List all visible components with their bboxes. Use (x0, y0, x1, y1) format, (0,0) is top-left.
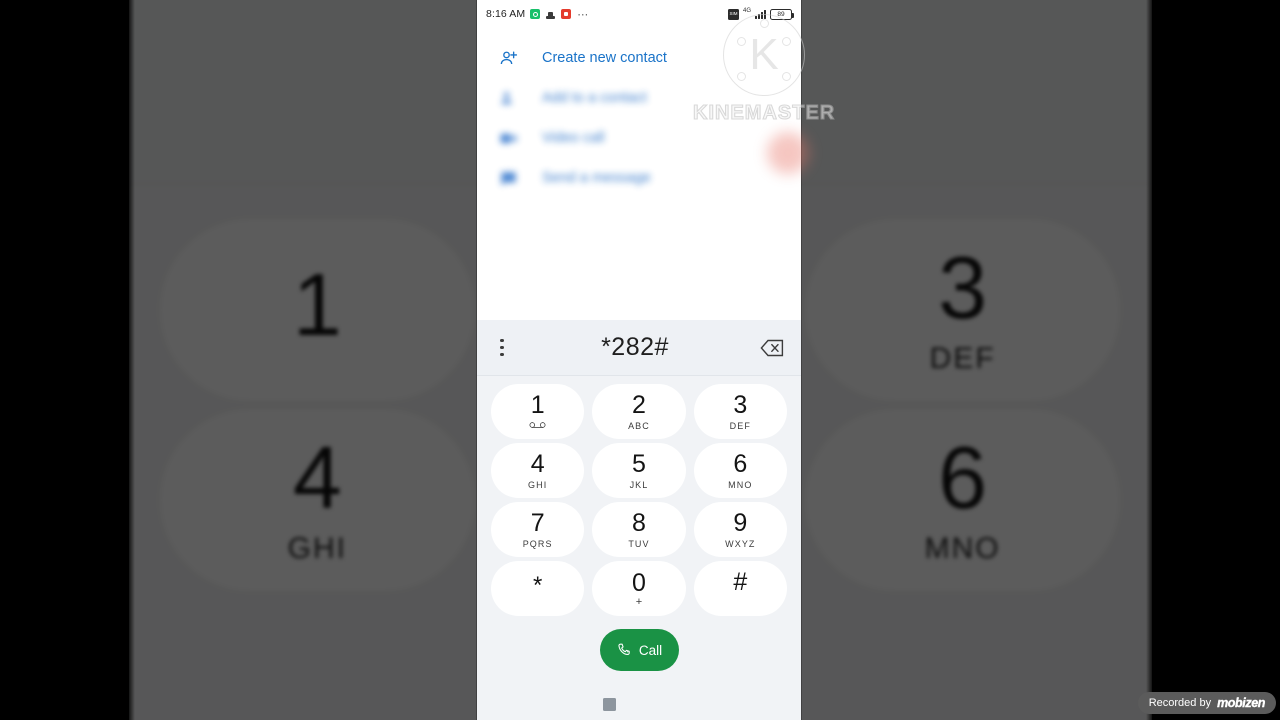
dialpad-key-4[interactable]: 4 GHI (491, 443, 585, 498)
dialpad-key-1[interactable]: 1 (491, 384, 585, 439)
dialpad-key-2[interactable]: 2 ABC (592, 384, 686, 439)
recent-apps-square-icon[interactable] (602, 697, 616, 711)
dialpad-key-6[interactable]: 6 MNO (693, 443, 787, 498)
person-add-icon (499, 89, 518, 108)
call-button[interactable]: Call (599, 629, 679, 671)
navigation-bar (477, 688, 801, 720)
message-icon (530, 9, 541, 19)
dialpad-key-7[interactable]: 7 PQRS (491, 502, 585, 557)
dialpad-key-8[interactable]: 8 TUV (592, 502, 686, 557)
dialpad-key-7-letters: PQRS (522, 538, 553, 549)
status-bar-time: 8:16 AM (486, 8, 526, 20)
dialpad-key-0-plus: + (635, 596, 643, 608)
dialpad-keypad: 1 2 ABC 3 DEF 4 GHI 5 JKL 6 MNO 7 PQRS 8… (477, 376, 801, 616)
dialpad-key-0-digit: 0 (632, 569, 646, 597)
dialed-number-display[interactable]: *282# (511, 333, 759, 362)
dialpad-key-2-digit: 2 (632, 390, 646, 419)
letterbox-left (0, 0, 129, 720)
dialpad-key-hash-digit: # (733, 567, 748, 596)
video-call-label: Video call (542, 130, 605, 146)
sim-label: SIM (729, 10, 738, 16)
send-message-label: Send a message (542, 170, 651, 186)
contact-action-panel: Create new contact Add to a contact Vide… (477, 28, 801, 320)
dialpad-key-hash[interactable]: # (693, 561, 787, 616)
printer-icon (545, 9, 556, 19)
send-message-row[interactable]: Send a message (477, 158, 801, 198)
battery-level-label: 89 (777, 10, 785, 18)
backspace-icon[interactable] (759, 338, 785, 358)
dialpad-key-9-letters: WXYZ (725, 538, 756, 549)
add-to-contact-label: Add to a contact (542, 90, 647, 106)
dialpad-key-2-letters: ABC (628, 420, 650, 431)
overflow-dots-icon: ⋯ (577, 8, 590, 21)
dialpad-key-5-letters: JKL (629, 479, 649, 490)
call-button-label: Call (638, 642, 663, 658)
kebab-menu-icon[interactable] (493, 339, 511, 356)
dialpad-key-star[interactable]: * (491, 561, 585, 616)
letterbox-right-shadow (1146, 0, 1152, 720)
dialpad-key-8-letters: TUV (628, 538, 650, 549)
create-new-contact-label: Create new contact (542, 50, 667, 66)
dialpad-key-8-digit: 8 (632, 508, 646, 537)
dialpad-key-3-digit: 3 (733, 390, 748, 419)
add-to-contact-row[interactable]: Add to a contact (477, 78, 801, 118)
dialpad-key-6-letters: MNO (728, 479, 753, 490)
network-type-label: 4G (742, 8, 751, 14)
battery-icon: 89 (770, 8, 794, 20)
dialpad-key-0[interactable]: 0 + (592, 561, 686, 616)
dialpad-key-9-digit: 9 (733, 508, 748, 537)
voicemail-icon (529, 421, 546, 431)
create-new-contact-row[interactable]: Create new contact (477, 38, 801, 78)
mobizen-brand: mobizen (1217, 696, 1266, 710)
phone-icon (616, 642, 632, 658)
mobizen-watermark: Recorded by mobizen (1137, 692, 1276, 714)
dialpad-key-3-letters: DEF (729, 420, 751, 431)
signal-strength-icon (755, 9, 766, 19)
screenshot-stage: 1 2ABC 3DEF 4GHI 5JKL 6MNO (0, 0, 1280, 720)
dialpad-key-5-digit: 5 (632, 449, 646, 478)
dialpad-key-5[interactable]: 5 JKL (592, 443, 686, 498)
add-person-icon (499, 49, 518, 68)
dialpad-key-9[interactable]: 9 WXYZ (693, 502, 787, 557)
dialpad-key-3[interactable]: 3 DEF (693, 384, 787, 439)
sim-card-icon: SIM (727, 8, 739, 20)
mobizen-prefix: Recorded by (1148, 697, 1212, 709)
phone-screen: 8:16 AM ⋯ SIM 4G 89 Create new contact A… (477, 0, 801, 720)
status-bar: 8:16 AM ⋯ SIM 4G 89 (477, 0, 801, 28)
dialer-display-bar: *282# (477, 320, 801, 376)
dialpad-key-star-digit: * (532, 572, 543, 599)
dialpad-key-4-letters: GHI (528, 479, 548, 490)
dialpad-key-4-digit: 4 (530, 449, 545, 478)
message-icon (499, 169, 518, 188)
letterbox-right (1152, 0, 1280, 720)
call-button-row: Call (477, 629, 801, 671)
recording-icon (561, 9, 572, 19)
letterbox-left-shadow (129, 0, 135, 720)
dialpad-key-7-digit: 7 (530, 508, 545, 537)
dialpad-key-1-digit: 1 (530, 390, 545, 419)
video-call-row[interactable]: Video call (477, 118, 801, 158)
dialpad-key-6-digit: 6 (733, 449, 748, 478)
video-call-icon (499, 129, 518, 148)
